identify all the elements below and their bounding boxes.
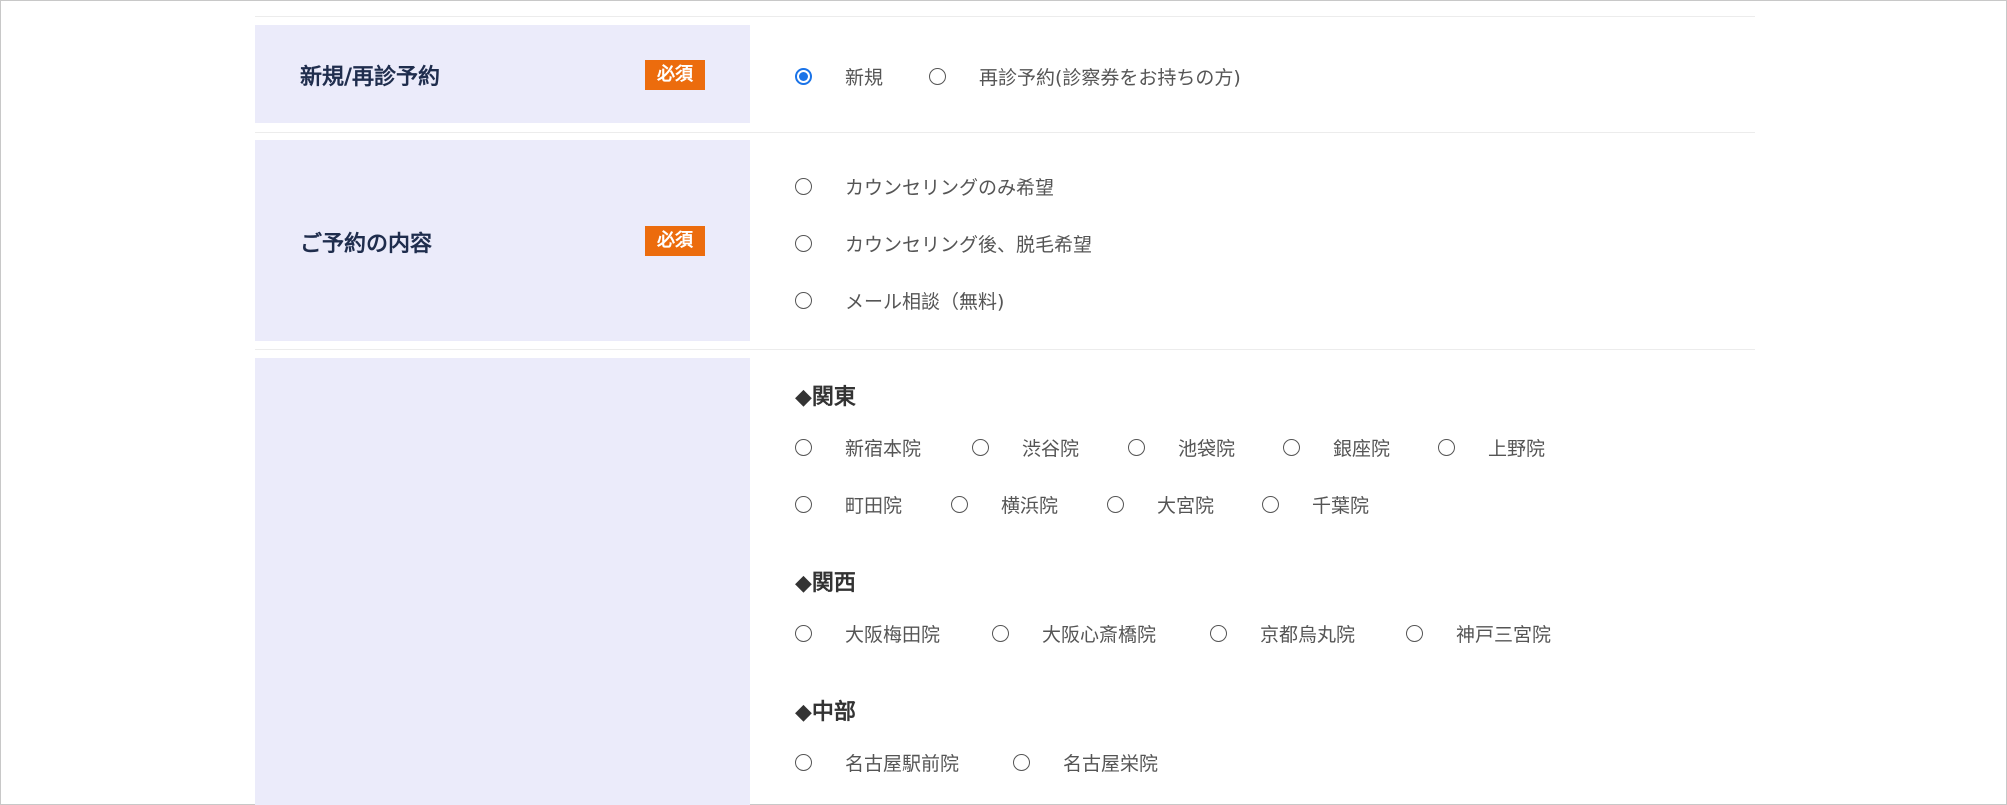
- divider: [255, 16, 1755, 17]
- required-badge: 必須: [645, 60, 705, 90]
- radio-button[interactable]: [1283, 439, 1300, 456]
- radio-button[interactable]: [929, 68, 946, 85]
- required-badge: 必須: [645, 226, 705, 256]
- visit-type-label: 新規/再診予約: [300, 65, 441, 90]
- radio-button[interactable]: [1128, 439, 1145, 456]
- clinic-row: ◆関東 新宿本院 渋谷院 池袋院 銀座院 上野院 町田院 横浜院 大宮院 千葉院…: [255, 358, 1755, 805]
- clinic-options: ◆関東 新宿本院 渋谷院 池袋院 銀座院 上野院 町田院 横浜院 大宮院 千葉院…: [795, 358, 1695, 805]
- radio-button[interactable]: [1107, 496, 1124, 513]
- option-label: 大阪梅田院: [845, 624, 941, 646]
- radio-button[interactable]: [1210, 625, 1227, 642]
- reservation-option-mail[interactable]: メール相談（無料): [795, 287, 1004, 314]
- clinic-option[interactable]: 銀座院: [1283, 434, 1390, 461]
- region-heading-kanto: ◆関東: [795, 385, 856, 410]
- radio-button[interactable]: [795, 754, 812, 771]
- option-label: 渋谷院: [1022, 438, 1080, 460]
- region-heading-chubu: ◆中部: [795, 700, 856, 725]
- clinic-label-cell: [255, 358, 750, 805]
- option-label: 名古屋駅前院: [845, 753, 960, 775]
- radio-button[interactable]: [795, 625, 812, 642]
- clinic-option[interactable]: 神戸三宮院: [1406, 620, 1551, 647]
- option-label: 銀座院: [1333, 438, 1391, 460]
- option-label: 上野院: [1488, 438, 1546, 460]
- clinic-option[interactable]: 名古屋栄院: [1013, 749, 1158, 776]
- radio-button[interactable]: [972, 439, 989, 456]
- option-label: 新規: [845, 67, 884, 89]
- clinic-option[interactable]: 名古屋駅前院: [795, 749, 959, 776]
- radio-button[interactable]: [795, 496, 812, 513]
- option-label: 大阪心斎橋院: [1042, 624, 1157, 646]
- radio-button[interactable]: [795, 178, 812, 195]
- clinic-option[interactable]: 千葉院: [1262, 491, 1369, 518]
- option-label: 京都烏丸院: [1260, 624, 1356, 646]
- visit-type-label-cell: 新規/再診予約 必須: [255, 25, 750, 123]
- option-label: 町田院: [845, 495, 903, 517]
- option-label: 池袋院: [1178, 438, 1236, 460]
- radio-button[interactable]: [1013, 754, 1030, 771]
- radio-button[interactable]: [1438, 439, 1455, 456]
- radio-button[interactable]: [992, 625, 1009, 642]
- clinic-option[interactable]: 大阪梅田院: [795, 620, 940, 647]
- option-label: 新宿本院: [845, 438, 922, 460]
- reservation-option-counseling-removal[interactable]: カウンセリング後、脱毛希望: [795, 230, 1092, 257]
- clinic-option[interactable]: 渋谷院: [972, 434, 1079, 461]
- clinic-option[interactable]: 町田院: [795, 491, 902, 518]
- option-label: 横浜院: [1001, 495, 1059, 517]
- reservation-label: ご予約の内容: [300, 232, 433, 257]
- reservation-label-cell: ご予約の内容 必須: [255, 140, 750, 341]
- option-label: カウンセリング後、脱毛希望: [845, 234, 1093, 256]
- clinic-option[interactable]: 大宮院: [1107, 491, 1214, 518]
- visit-type-row: 新規/再診予約 必須 新規 再診予約(診察券をお持ちの方): [255, 25, 1755, 133]
- option-label: 千葉院: [1312, 495, 1370, 517]
- option-label: 大宮院: [1157, 495, 1215, 517]
- clinic-option[interactable]: 京都烏丸院: [1210, 620, 1355, 647]
- option-label: 名古屋栄院: [1063, 753, 1159, 775]
- region-heading-kansai: ◆関西: [795, 571, 856, 596]
- reservation-content-row: ご予約の内容 必須 カウンセリングのみ希望 カウンセリング後、脱毛希望 メール相…: [255, 140, 1755, 350]
- radio-button[interactable]: [1406, 625, 1423, 642]
- radio-button[interactable]: [795, 68, 812, 85]
- clinic-option[interactable]: 横浜院: [951, 491, 1058, 518]
- visit-type-option-revisit[interactable]: 再診予約(診察券をお持ちの方): [929, 63, 1241, 90]
- radio-button[interactable]: [951, 496, 968, 513]
- radio-button[interactable]: [1262, 496, 1279, 513]
- radio-button[interactable]: [795, 235, 812, 252]
- clinic-option[interactable]: 新宿本院: [795, 434, 921, 461]
- option-label: 再診予約(診察券をお持ちの方): [979, 67, 1241, 89]
- option-label: 神戸三宮院: [1456, 624, 1552, 646]
- radio-button[interactable]: [795, 292, 812, 309]
- option-label: メール相談（無料): [845, 291, 1005, 313]
- radio-button[interactable]: [795, 439, 812, 456]
- clinic-option[interactable]: 大阪心斎橋院: [992, 620, 1156, 647]
- reservation-option-counseling-only[interactable]: カウンセリングのみ希望: [795, 173, 1054, 200]
- option-label: カウンセリングのみ希望: [845, 177, 1055, 199]
- visit-type-option-new[interactable]: 新規: [795, 63, 883, 90]
- clinic-option[interactable]: 上野院: [1438, 434, 1545, 461]
- clinic-option[interactable]: 池袋院: [1128, 434, 1235, 461]
